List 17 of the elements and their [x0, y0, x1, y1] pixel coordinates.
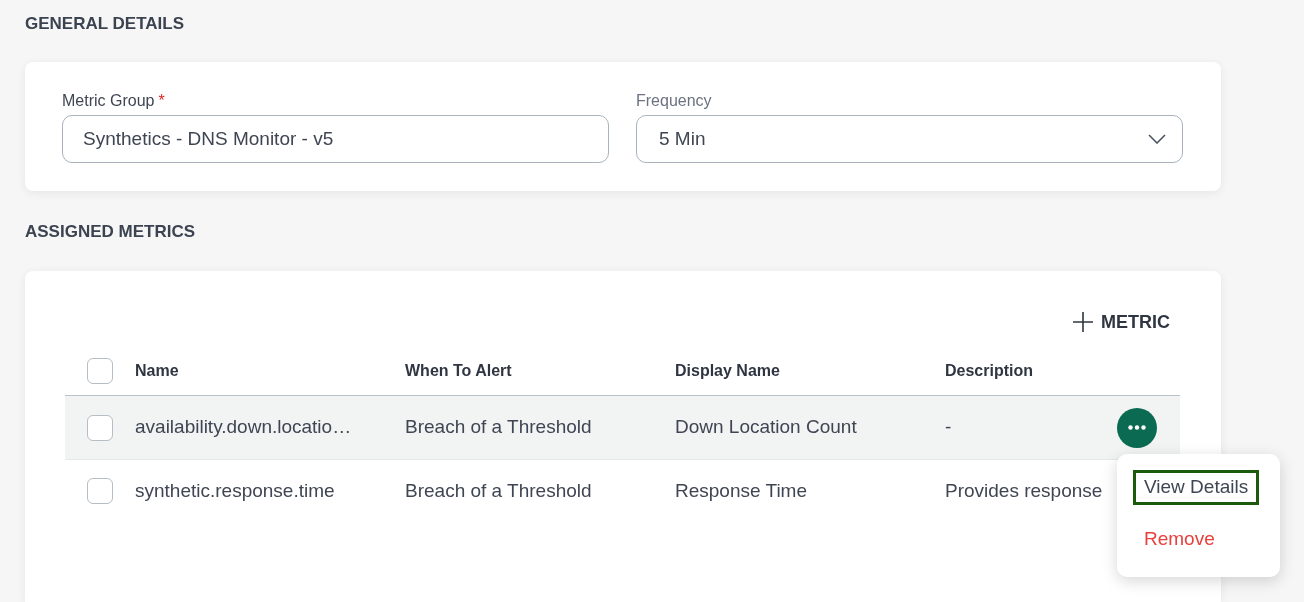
section-heading: ASSIGNED METRICS [25, 221, 196, 243]
table-cell: - [945, 416, 952, 438]
column-header: Display Name [675, 361, 780, 379]
table-cell: Response Time [675, 479, 807, 501]
field-label: Metric Group [62, 91, 155, 111]
column-header: Description [945, 361, 1033, 379]
column-header: Name [135, 361, 179, 379]
table-cell: Provides response [945, 479, 1103, 501]
column-header: When To Alert [405, 361, 512, 379]
required-mark: * [158, 91, 165, 111]
table-cell: Breach of a Threshold [405, 479, 592, 501]
table-cell: Down Location Count [675, 416, 857, 438]
table-cell: availability.down.locatio… [135, 416, 352, 438]
section-heading: GENERAL DETAILS [25, 13, 184, 35]
table-cell: synthetic.response.time [135, 479, 335, 501]
table-cell: Breach of a Threshold [405, 416, 592, 438]
field-label: Frequency [636, 91, 712, 111]
